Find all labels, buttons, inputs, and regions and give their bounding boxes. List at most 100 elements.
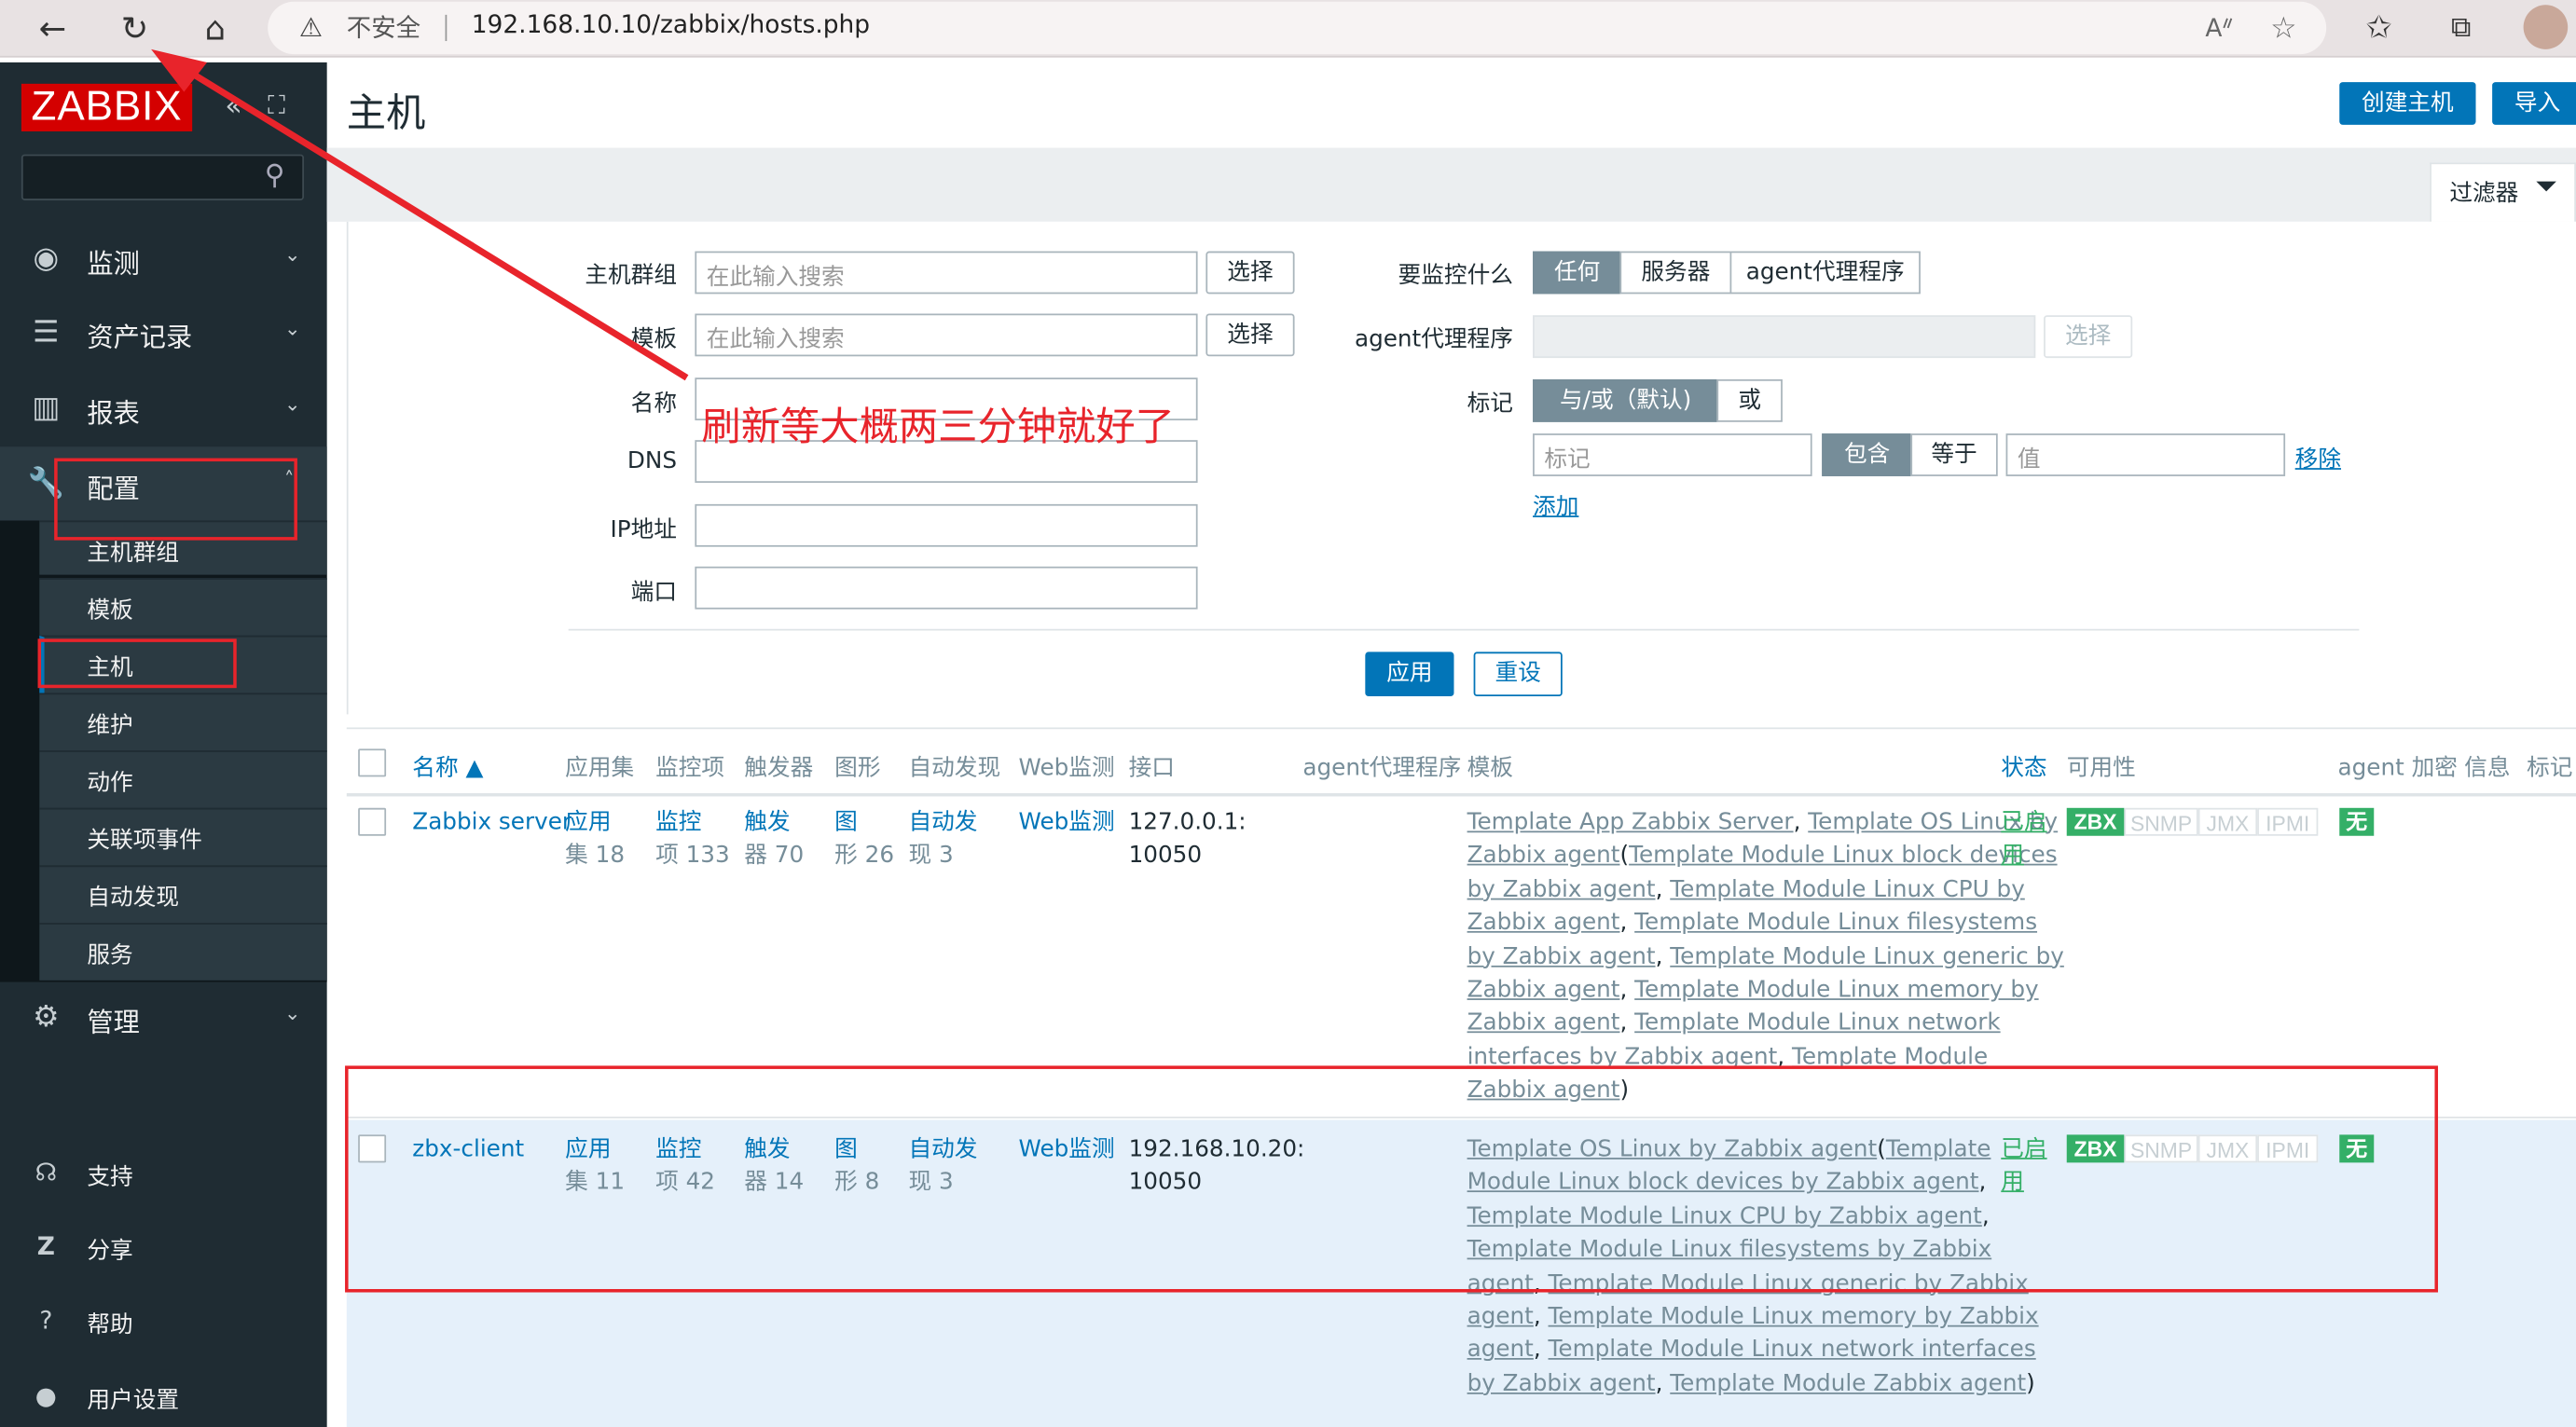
tag-equals-option[interactable]: 等于: [1910, 433, 1998, 476]
annotation-box-new-host: [345, 1065, 2438, 1293]
web-link[interactable]: Web监测: [1019, 806, 1115, 840]
monitored-by-label: 要监控什么: [1398, 262, 1513, 290]
tag-remove-link[interactable]: 移除: [2295, 442, 2341, 474]
applications-link[interactable]: 应用集 18: [565, 806, 625, 873]
submenu-label: 模板: [87, 597, 133, 624]
col-availability: 可用性: [2066, 755, 2136, 782]
submenu-maintenance[interactable]: 维护: [39, 693, 327, 751]
tag-contains-option[interactable]: 包含: [1822, 433, 1913, 476]
link-line: 触发: [744, 809, 791, 836]
apply-button[interactable]: 应用: [1365, 652, 1454, 697]
page-title: 主机: [346, 89, 426, 137]
menu-inventory[interactable]: ☰ 资产记录 ⌄: [0, 295, 327, 369]
port-input[interactable]: [695, 566, 1198, 610]
filter-divider: [568, 628, 2360, 631]
submenu-actions[interactable]: 动作: [39, 750, 327, 808]
filter-icon[interactable]: ⏷: [2535, 171, 2557, 203]
submenu-templates[interactable]: 模板: [39, 578, 327, 636]
template-line[interactable]: Zabbix agent, Template Module Linux netw…: [1467, 1008, 2064, 1041]
template-label: 模板: [630, 326, 677, 353]
template-line[interactable]: Zabbix agent, Template Module Linux file…: [1467, 907, 2064, 940]
reload-icon[interactable]: ↻: [114, 7, 157, 49]
host-group-select-button[interactable]: 选择: [1205, 251, 1295, 295]
items-link[interactable]: 监控项 133: [655, 806, 730, 873]
tag-name-input[interactable]: 标记: [1533, 433, 1812, 476]
reset-button[interactable]: 重设: [1473, 652, 1563, 697]
add-favorite-icon[interactable]: ☆: [2262, 7, 2305, 49]
gear-icon: ⚙: [33, 999, 60, 1035]
menu-share[interactable]: Z 分享: [0, 1215, 327, 1281]
zabbix-logo[interactable]: ZABBIX: [21, 83, 193, 131]
select-all-checkbox[interactable]: [358, 748, 387, 777]
profile-avatar[interactable]: [2523, 5, 2569, 49]
graphs-link[interactable]: 图形 26: [834, 806, 894, 873]
tag-add-link[interactable]: 添加: [1533, 489, 1578, 522]
template-line[interactable]: Zabbix agent, Template Module Linux memo…: [1467, 974, 2064, 1008]
tag-or-option[interactable]: 或: [1716, 378, 1783, 422]
template-line[interactable]: by Zabbix agent, Template Module Linux C…: [1467, 873, 2064, 907]
monitored-proxy-option[interactable]: agent代理程序: [1729, 251, 1921, 295]
host-group-label: 主机群组: [585, 262, 677, 290]
template-line[interactable]: by Zabbix agent, Template Module Linux g…: [1467, 940, 2064, 974]
template-line[interactable]: Template App Zabbix Server, Template OS …: [1467, 806, 2064, 840]
read-aloud-icon[interactable]: Aᐥ: [2198, 7, 2241, 49]
submenu-discovery[interactable]: 自动发现: [39, 865, 327, 924]
security-warning-text[interactable]: 不安全: [347, 10, 420, 45]
row-checkbox[interactable]: [358, 807, 387, 836]
tag-value-input[interactable]: 值: [2005, 433, 2286, 476]
menu-reports[interactable]: ▥ 报表 ⌄: [0, 371, 327, 445]
template-select-button[interactable]: 选择: [1205, 313, 1295, 357]
link-line: 应用: [565, 809, 612, 836]
menu-user-settings[interactable]: ● 用户设置: [0, 1365, 327, 1427]
col-status[interactable]: 状态: [2001, 750, 2046, 783]
menu-administration[interactable]: ⚙ 管理 ⌄: [0, 981, 327, 1054]
discovery-link[interactable]: 自动发现 3: [908, 806, 977, 873]
filter-tab-label[interactable]: 过滤器: [2449, 176, 2518, 209]
col-interface: 接口: [1128, 755, 1175, 782]
kiosk-mode-icon[interactable]: ⛶: [268, 90, 285, 120]
menu-label: 分享: [87, 1238, 133, 1265]
col-templates: 模板: [1467, 755, 1513, 782]
proxy-label: agent代理程序: [1354, 326, 1513, 353]
url-text[interactable]: 192.168.10.10/zabbix/hosts.php: [472, 10, 870, 40]
host-name-link[interactable]: Zabbix server: [412, 806, 572, 840]
monitored-any-option[interactable]: 任何: [1533, 251, 1622, 295]
monitored-server-option[interactable]: 服务器: [1619, 251, 1732, 295]
submenu-event-correlation[interactable]: 关联项事件: [39, 807, 327, 866]
chevron-down-icon: ⌄: [283, 317, 301, 340]
home-icon[interactable]: ⌂: [194, 7, 237, 49]
template-line[interactable]: by Zabbix agent, Template Module Zabbix …: [1467, 1367, 2039, 1401]
menu-support[interactable]: ☊ 支持: [0, 1141, 327, 1206]
search-icon[interactable]: ⚲: [265, 159, 285, 192]
menu-help[interactable]: ? 帮助: [0, 1289, 327, 1354]
tags-label: 标记: [1467, 391, 1513, 418]
template-input[interactable]: 在此输入搜索: [695, 313, 1198, 357]
triggers-link[interactable]: 触发器 70: [744, 806, 804, 873]
menu-monitoring[interactable]: ◉ 监测 ⌄: [0, 222, 327, 295]
menu-label: 资产记录: [87, 322, 193, 353]
filter-bar: [326, 147, 2576, 222]
create-host-button[interactable]: 创建主机: [2339, 82, 2476, 125]
link-count: 形 26: [834, 843, 895, 870]
template-line[interactable]: agent, Template Module Linux memory by Z…: [1467, 1300, 2039, 1334]
tag-and-or-option[interactable]: 与/或（默认): [1533, 378, 1719, 422]
favorites-icon[interactable]: ✩: [2358, 7, 2401, 49]
collapse-sidebar-icon[interactable]: «: [225, 90, 241, 123]
collections-icon[interactable]: ⧉: [2440, 7, 2483, 49]
host-group-input[interactable]: 在此输入搜索: [695, 251, 1198, 295]
import-button[interactable]: 导入: [2492, 82, 2576, 125]
col-name[interactable]: 名称 ▲: [412, 750, 483, 783]
submenu-services[interactable]: 服务: [39, 923, 327, 981]
ip-input[interactable]: [695, 503, 1198, 547]
status-enabled-link[interactable]: 已启用: [2001, 806, 2050, 873]
sidebar-search-input[interactable]: [21, 154, 304, 200]
warning-icon[interactable]: ⚠: [299, 11, 323, 42]
user-icon: ●: [34, 1380, 57, 1411]
zbx-availability-badge: ZBX: [2066, 807, 2125, 836]
col-items: 监控项: [655, 755, 725, 782]
back-icon[interactable]: ←: [31, 7, 74, 49]
jmx-availability-badge: JMX: [2197, 807, 2258, 836]
template-line[interactable]: Zabbix agent(Template Module Linux block…: [1467, 840, 2064, 873]
template-line[interactable]: agent, Template Module Linux network int…: [1467, 1334, 2039, 1367]
templates-cell[interactable]: Template App Zabbix Server, Template OS …: [1467, 806, 2064, 1108]
